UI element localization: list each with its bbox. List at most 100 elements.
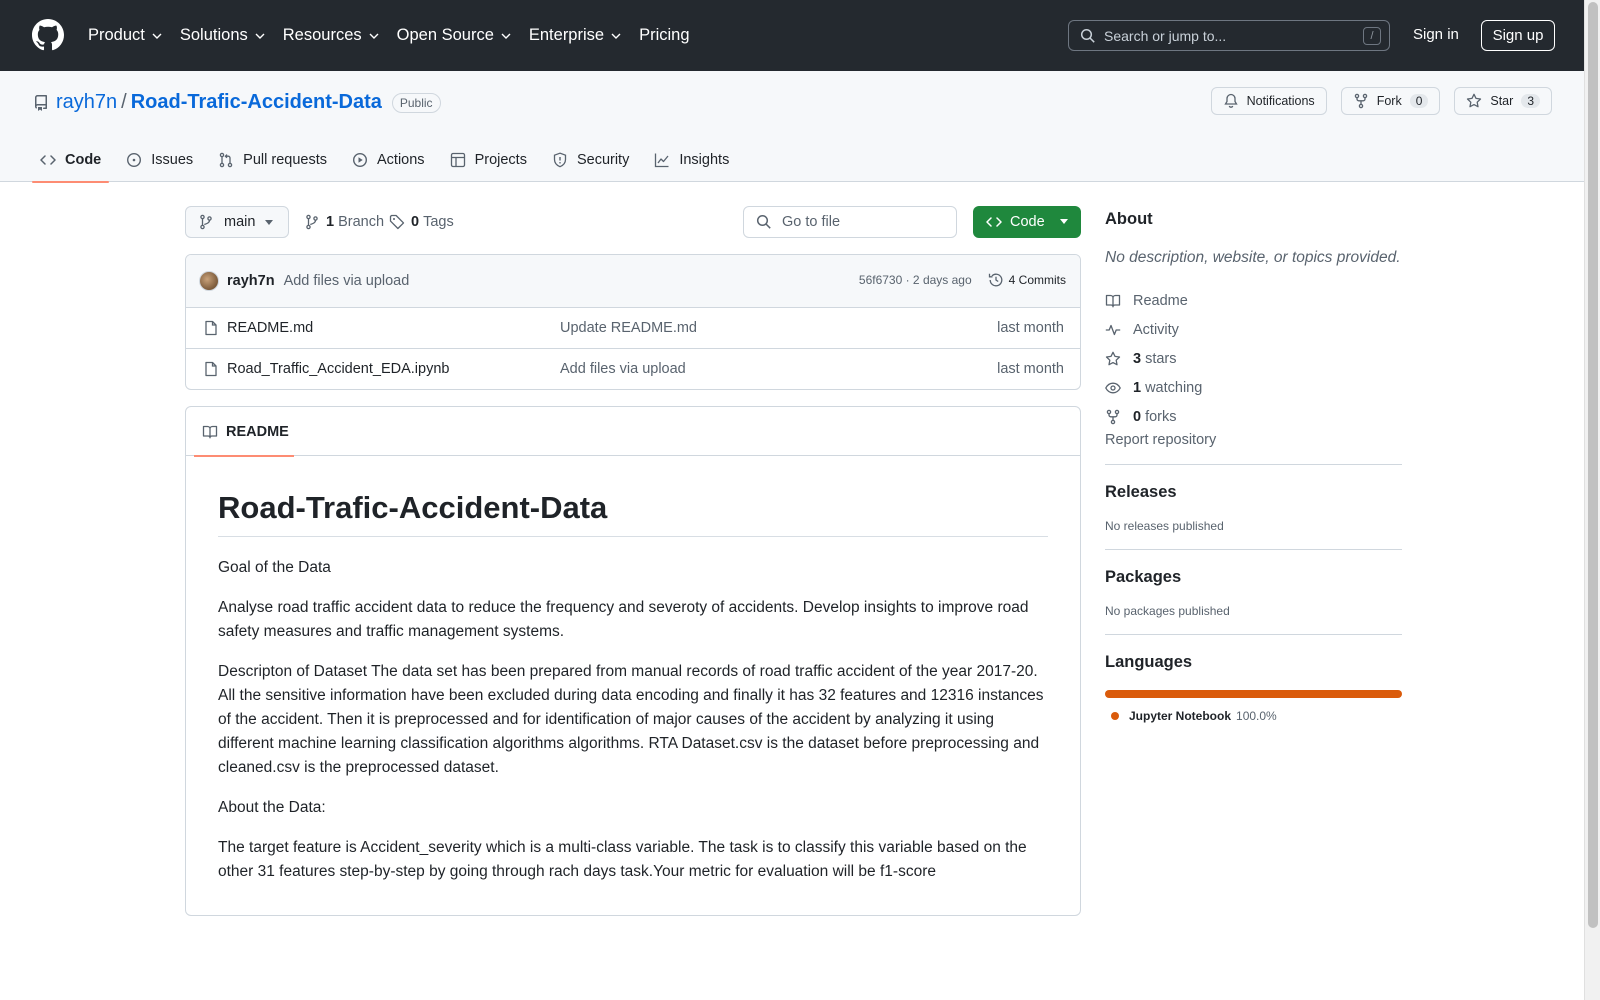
sign-in-link[interactable]: Sign in bbox=[1413, 26, 1459, 43]
releases-heading[interactable]: Releases bbox=[1105, 483, 1402, 502]
nav-open-source[interactable]: Open Source bbox=[397, 26, 512, 45]
languages-heading: Languages bbox=[1105, 653, 1193, 671]
global-header: Product Solutions Resources Open Source … bbox=[0, 0, 1584, 71]
about-description: No description, website, or topics provi… bbox=[1105, 249, 1401, 266]
code-icon bbox=[40, 155, 56, 165]
activity-link[interactable]: Activity bbox=[1105, 315, 1402, 344]
issue-icon bbox=[127, 152, 142, 168]
forks-link[interactable]: 0 forks bbox=[1105, 402, 1402, 431]
sign-up-button[interactable]: Sign up bbox=[1481, 20, 1555, 51]
tab-label: Projects bbox=[474, 152, 527, 168]
readme-paragraph: About the Data: bbox=[218, 799, 326, 816]
go-to-file-input[interactable]: Go to file bbox=[743, 206, 957, 238]
chevron-down-icon bbox=[501, 33, 511, 39]
commit-hash-time[interactable]: 56f6730 · 2 days ago bbox=[859, 273, 972, 287]
fork-button[interactable]: Fork 0 bbox=[1340, 87, 1441, 115]
table-icon bbox=[450, 152, 465, 168]
tab-pull-requests[interactable]: Pull requests bbox=[210, 138, 335, 182]
commit-message-link[interactable]: Add files via upload bbox=[284, 273, 410, 289]
fork-label: Fork bbox=[1376, 94, 1402, 108]
book-icon bbox=[1105, 294, 1121, 307]
nav-label: Enterprise bbox=[528, 26, 605, 44]
search-icon bbox=[1080, 28, 1095, 43]
file-name-link[interactable]: Road_Traffic_Accident_EDA.ipynb bbox=[227, 361, 449, 377]
github-logo-icon[interactable] bbox=[32, 19, 64, 51]
notifications-button[interactable]: Notifications bbox=[1210, 87, 1327, 115]
branch-selector[interactable]: main bbox=[185, 206, 289, 238]
report-repository-link[interactable]: Report repository bbox=[1105, 432, 1402, 448]
search-input[interactable]: Search or jump to... / bbox=[1068, 20, 1390, 51]
file-date: last month bbox=[997, 320, 1064, 336]
code-dropdown-button[interactable]: Code bbox=[973, 206, 1081, 238]
tab-label: Issues bbox=[151, 152, 194, 168]
watching-link[interactable]: 1 watching bbox=[1105, 373, 1402, 402]
tab-issues[interactable]: Issues bbox=[118, 138, 201, 182]
activity-link-label: Activity bbox=[1133, 321, 1179, 338]
branches-link[interactable]: 1 Branch bbox=[304, 214, 384, 230]
branch-icon bbox=[200, 214, 212, 230]
star-button[interactable]: Star 3 bbox=[1454, 87, 1552, 115]
readme-link[interactable]: Readme bbox=[1105, 286, 1402, 315]
language-item[interactable]: Jupyter Notebook 100.0% bbox=[1105, 709, 1402, 723]
commits-link[interactable]: 4 Commits bbox=[988, 272, 1066, 288]
caret-down-icon bbox=[265, 220, 273, 225]
stars-link[interactable]: 3 stars bbox=[1105, 344, 1402, 373]
repo-sidebar: About No description, website, or topics… bbox=[1105, 210, 1402, 723]
go-to-file-placeholder: Go to file bbox=[782, 214, 841, 230]
readme-tab[interactable]: README bbox=[194, 407, 294, 457]
latest-commit: rayh7n Add files via upload 56f6730 · 2 … bbox=[186, 255, 1080, 308]
file-name-link[interactable]: README.md bbox=[227, 320, 313, 336]
tab-security[interactable]: Security bbox=[544, 138, 637, 182]
star-icon bbox=[1467, 93, 1482, 108]
commit-meta: 56f6730 · 2 days ago 4 Commits bbox=[859, 272, 1066, 288]
tab-projects[interactable]: Projects bbox=[442, 138, 535, 182]
page-scrollbar[interactable] bbox=[1584, 0, 1600, 1000]
repo-title-separator: / bbox=[121, 91, 127, 113]
tab-actions[interactable]: Actions bbox=[344, 138, 433, 182]
nav-label: Resources bbox=[282, 26, 362, 44]
play-icon bbox=[352, 152, 368, 168]
nav-label: Pricing bbox=[639, 26, 690, 44]
visibility-badge: Public bbox=[391, 92, 441, 113]
tab-insights[interactable]: Insights bbox=[646, 138, 737, 182]
top-nav: Product Solutions Resources Open Source … bbox=[88, 0, 707, 71]
packages-empty-text: No packages published bbox=[1105, 604, 1230, 618]
table-row[interactable]: README.md Update README.md last month bbox=[186, 308, 1080, 349]
repo-owner-link[interactable]: rayh7n bbox=[56, 91, 117, 114]
commit-author-link[interactable]: rayh7n bbox=[227, 273, 275, 289]
about-heading: About bbox=[1105, 210, 1153, 228]
nav-enterprise[interactable]: Enterprise bbox=[529, 26, 622, 45]
tag-label: Tags bbox=[423, 214, 454, 230]
table-row[interactable]: Road_Traffic_Accident_EDA.ipynb Add file… bbox=[186, 349, 1080, 389]
stars-label: stars bbox=[1145, 350, 1177, 367]
avatar[interactable] bbox=[199, 271, 219, 291]
star-icon bbox=[1105, 351, 1121, 365]
repo-name-link[interactable]: Road-Trafic-Accident-Data bbox=[131, 91, 382, 114]
file-date: last month bbox=[997, 361, 1064, 377]
code-button-label: Code bbox=[1010, 214, 1045, 230]
readme-paragraph: The target feature is Accident_severity … bbox=[218, 839, 1027, 880]
chevron-down-icon bbox=[152, 33, 162, 39]
file-commit-message[interactable]: Update README.md bbox=[560, 320, 697, 336]
scrollbar-thumb[interactable] bbox=[1588, 2, 1598, 928]
file-commit-message[interactable]: Add files via upload bbox=[560, 361, 686, 377]
nav-resources[interactable]: Resources bbox=[283, 26, 380, 45]
stars-count: 3 bbox=[1133, 350, 1142, 367]
fork-icon bbox=[1354, 93, 1367, 109]
readme-panel: README Road-Trafic-Accident-Data Goal of… bbox=[185, 406, 1081, 916]
nav-pricing[interactable]: Pricing bbox=[639, 26, 689, 45]
readme-link-label: Readme bbox=[1133, 292, 1188, 309]
releases-empty-text: No releases published bbox=[1105, 519, 1224, 533]
chevron-down-icon bbox=[611, 33, 621, 39]
forks-label: forks bbox=[1145, 408, 1177, 425]
tab-label: Insights bbox=[679, 152, 730, 168]
tag-icon bbox=[389, 214, 405, 230]
nav-product[interactable]: Product bbox=[88, 26, 163, 45]
slash-shortcut-key: / bbox=[1363, 27, 1381, 45]
tab-code[interactable]: Code bbox=[32, 138, 110, 183]
nav-solutions[interactable]: Solutions bbox=[180, 26, 266, 45]
packages-heading[interactable]: Packages bbox=[1105, 568, 1402, 587]
repo-icon bbox=[35, 95, 47, 111]
branch-icon bbox=[306, 214, 318, 230]
tags-link[interactable]: 0 Tags bbox=[389, 214, 454, 230]
